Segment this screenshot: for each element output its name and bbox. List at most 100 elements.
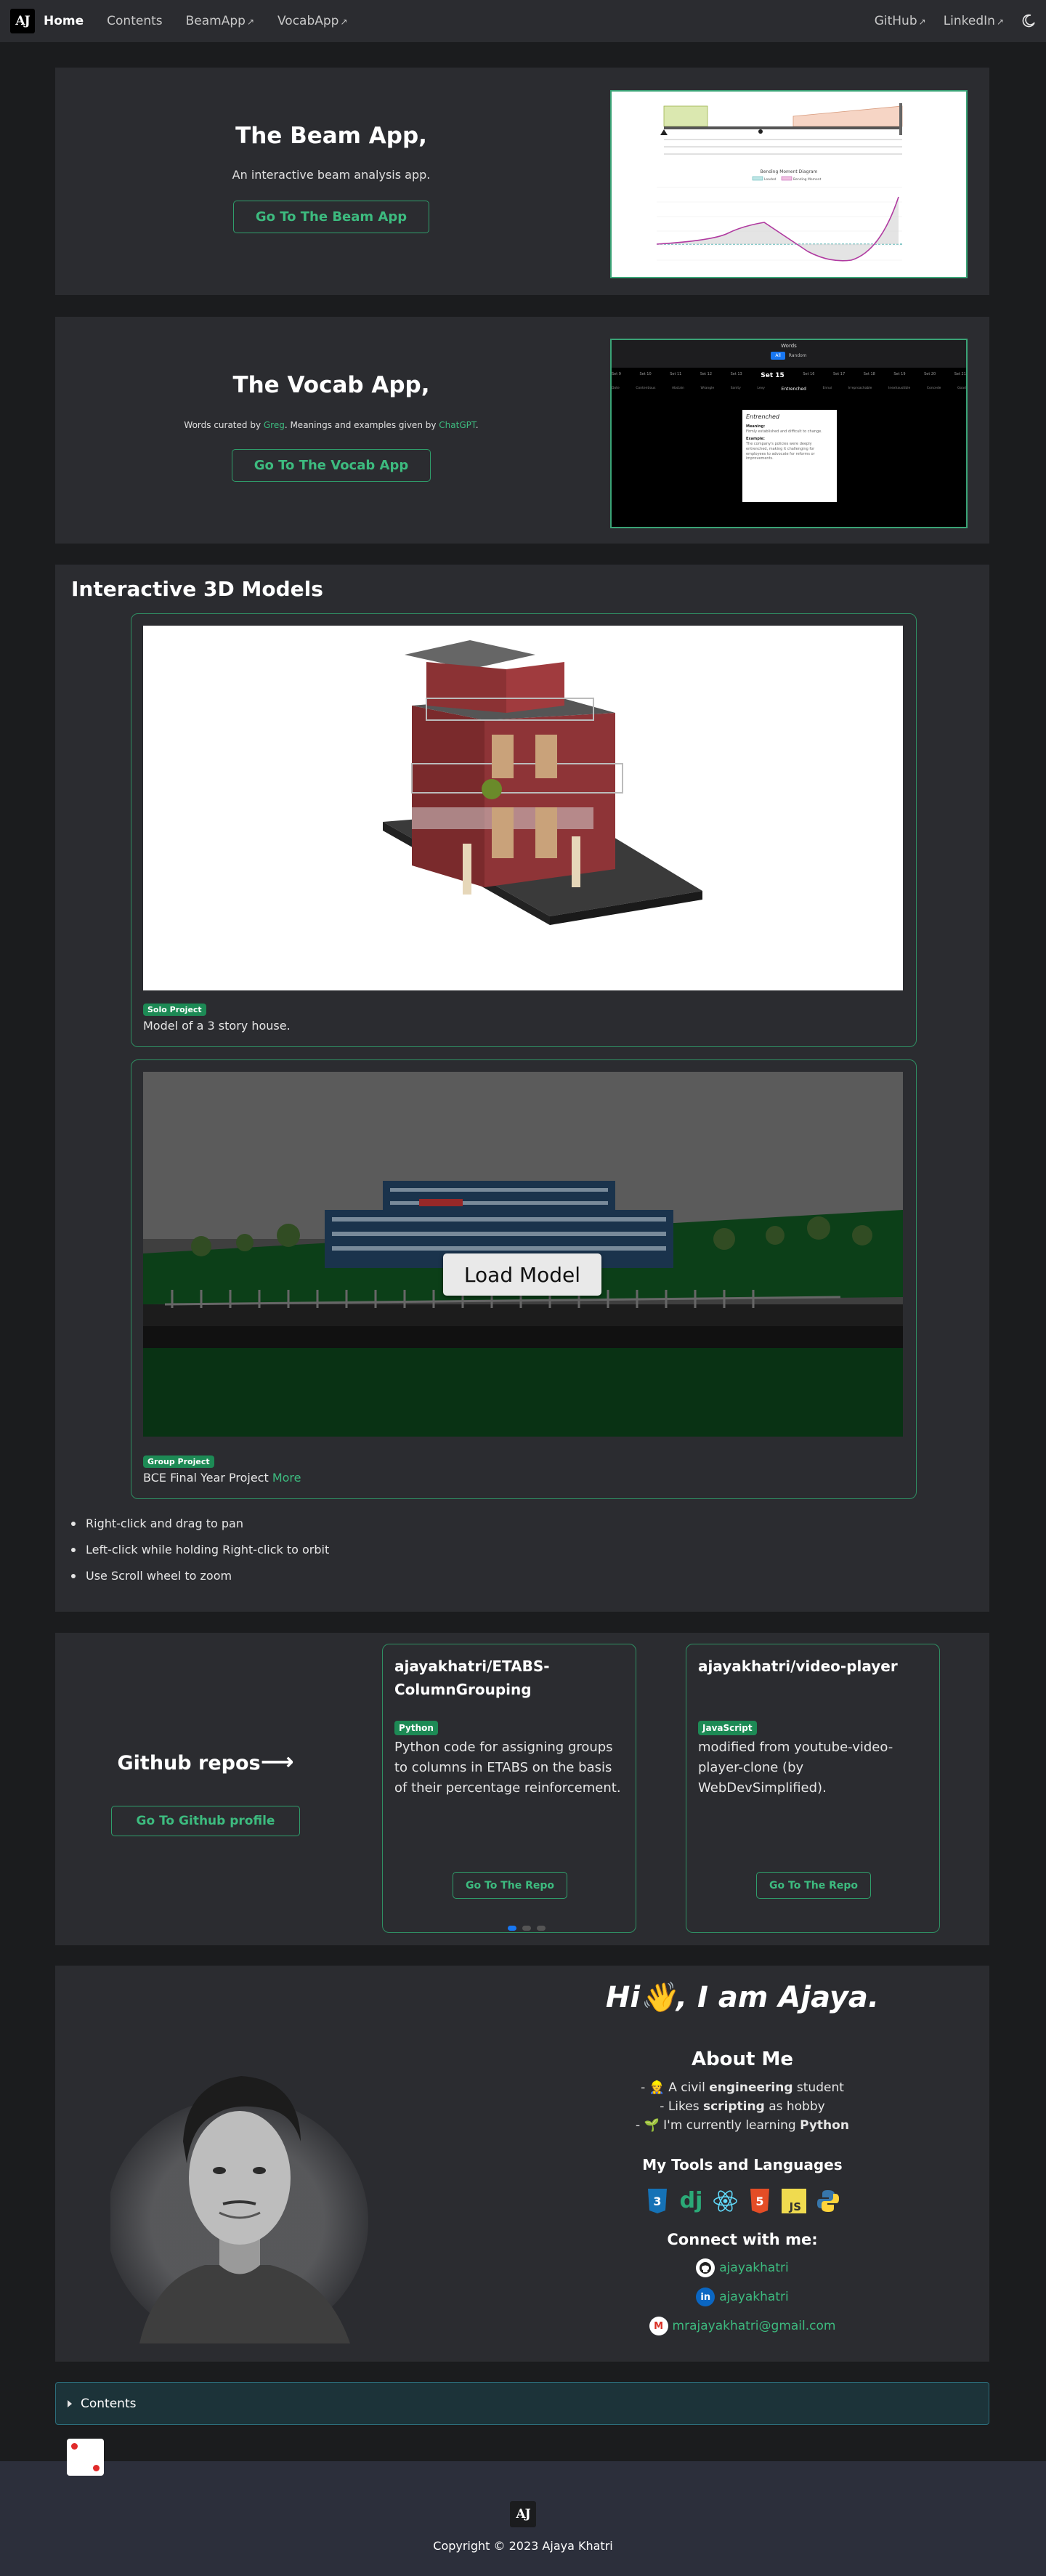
python-icon — [815, 2188, 840, 2213]
arrow-right-icon: ⟶ — [260, 1748, 294, 1775]
profile-photo — [107, 2032, 373, 2345]
vocab-set: Set 19 — [893, 372, 906, 376]
go-to-repo-button[interactable]: Go To The Repo — [453, 1872, 567, 1899]
nav-linkedin-label: LinkedIn — [943, 14, 995, 28]
bce-caption: Group Project BCE Final Year Project Mor… — [143, 1453, 301, 1485]
carousel-dot[interactable] — [522, 1926, 531, 1931]
nav-linkedin-link[interactable]: LinkedIn ↗ — [944, 14, 1004, 28]
vocab-set: Set 18 — [863, 372, 875, 376]
vocab-set: Set 9 — [612, 372, 621, 376]
beam-app-section: The Beam App, An interactive beam analys… — [55, 68, 989, 295]
nav-beamapp-link[interactable]: BeamApp ↗ — [186, 14, 254, 28]
svg-text:5: 5 — [755, 2195, 763, 2208]
go-to-vocab-app-button[interactable]: Go To The Vocab App — [231, 449, 431, 482]
github-section: Github repos⟶ Go To Github profile ajaya… — [55, 1633, 989, 1945]
vocab-sub-text: Words curated by — [184, 420, 264, 430]
external-link-icon: ↗ — [246, 17, 254, 27]
external-link-icon: ↗ — [918, 17, 926, 27]
site-logo[interactable]: AJ — [10, 9, 35, 33]
vocab-word: Wrangle — [700, 387, 715, 390]
vocab-app-section: The Vocab App, Words curated by Greg. Me… — [55, 317, 989, 544]
vocab-sub-text: . — [475, 420, 479, 430]
vocab-subtitle: Words curated by Greg. Meanings and exam… — [55, 420, 607, 430]
nav-github-link[interactable]: GitHub ↗ — [875, 14, 926, 28]
tools-icons-row: 3 dj 5 JS — [546, 2188, 938, 2213]
vocab-word: Inexhaustible — [888, 387, 911, 390]
github-repos-title: Github repos⟶ — [55, 1748, 356, 1775]
connect-linkedin-row: in ajayakhatri — [546, 2288, 938, 2306]
external-link-icon: ↗ — [340, 17, 348, 27]
about-me-block: Hi👋, I am Ajaya. About Me - 👷 A civil en… — [546, 1980, 938, 2335]
external-link-icon: ↗ — [996, 17, 1004, 27]
vocab-app-screenshot[interactable]: Words All Random Set 9 Set 10 Set 11 Set… — [610, 339, 968, 528]
about-bold: Python — [800, 2118, 849, 2133]
nav-vocabapp-label: VocabApp — [277, 14, 339, 28]
repo-description: modified from youtube-video-player-clone… — [698, 1740, 893, 1796]
beam-subtitle: An interactive beam analysis app. — [232, 168, 431, 182]
tip-item: Right-click and drag to pan — [71, 1517, 329, 1530]
go-to-repo-button[interactable]: Go To The Repo — [756, 1872, 871, 1899]
react-icon — [713, 2188, 738, 2213]
vocab-set: Set 11 — [670, 372, 682, 376]
carousel-dot[interactable] — [537, 1926, 546, 1931]
about-bold: scripting — [702, 2099, 765, 2114]
svg-text:3: 3 — [653, 2195, 661, 2208]
nav-home-link[interactable]: Home — [44, 14, 84, 28]
go-to-beam-app-button[interactable]: Go To The Beam App — [232, 201, 430, 233]
popup-meaning: Firmly established and difficult to chan… — [746, 429, 822, 434]
house-caption: Solo Project Model of a 3 story house. — [143, 1001, 291, 1033]
house-3d-viewer[interactable] — [143, 626, 903, 990]
bce-3d-viewer[interactable]: Load Model — [143, 1072, 903, 1437]
models-section: Interactive 3D Models Solo Project Model… — [55, 565, 989, 1612]
vocab-word-active: Entrenched — [781, 387, 806, 392]
models-title: Interactive 3D Models — [71, 577, 323, 601]
footer-logo: AJ — [510, 2501, 536, 2527]
repo-name[interactable]: ajayakhatri/video-player — [698, 1655, 928, 1720]
popup-word: Entrenched — [746, 413, 780, 420]
load-model-button[interactable]: Load Model — [443, 1253, 601, 1296]
nav-contents-link[interactable]: Contents — [107, 14, 162, 28]
dice-pip — [71, 2443, 78, 2450]
repo-card-etabs: ajayakhatri/ETABS-ColumnGrouping Python … — [382, 1644, 636, 1933]
bce-description: BCE Final Year Project More — [143, 1471, 301, 1485]
gmail-icon: M — [649, 2317, 668, 2335]
beam-hero-text: The Beam App, An interactive beam analys… — [55, 123, 607, 233]
popup-meaning-label: Meaning: — [746, 424, 766, 429]
vocab-word: Concede — [926, 387, 941, 390]
nav-vocabapp-link[interactable]: VocabApp ↗ — [277, 14, 348, 28]
vocab-set: Set 16 — [803, 372, 815, 376]
dice-icon[interactable] — [67, 2439, 104, 2476]
go-to-github-profile-button[interactable]: Go To Github profile — [110, 1806, 301, 1836]
tools-heading: My Tools and Languages — [642, 2156, 843, 2173]
chatgpt-link[interactable]: ChatGPT — [439, 420, 475, 430]
about-text: - 🌱 I'm currently learning — [636, 2118, 800, 2133]
bce-description-text: BCE Final Year Project — [143, 1471, 272, 1485]
popup-example-label: Example: — [746, 437, 765, 442]
more-link[interactable]: More — [272, 1471, 301, 1485]
greg-link[interactable]: Greg — [264, 420, 285, 430]
vocab-word: Irreproachable — [848, 387, 872, 390]
email-link[interactable]: mrajayakhatri@gmail.com — [673, 2319, 836, 2333]
vocab-word: Dote — [612, 387, 620, 390]
greeting-heading: Hi👋, I am Ajaya. — [605, 1981, 880, 2014]
vocab-toggle-all: All — [771, 352, 785, 360]
connect-email-row: M mrajayakhatri@gmail.com — [546, 2317, 938, 2335]
connect-github-row: ajayakhatri — [546, 2258, 938, 2277]
carousel-dots — [508, 1926, 551, 1931]
beam-app-screenshot[interactable]: Bending Moment Diagram Loaded Bending Mo… — [610, 90, 968, 278]
tip-item: Use Scroll wheel to zoom — [71, 1569, 329, 1583]
github-title-text: Github repos — [117, 1752, 261, 1774]
contents-toggle[interactable]: Contents — [55, 2382, 989, 2425]
about-bold: engineering — [709, 2080, 793, 2095]
github-profile-link[interactable]: ajayakhatri — [719, 2261, 788, 2275]
about-line-1: - 👷 A civil engineering student — [546, 2080, 938, 2095]
vocab-set-row: Set 9 Set 10 Set 11 Set 12 Set 13 Set 15… — [612, 368, 966, 379]
linkedin-profile-link[interactable]: ajayakhatri — [719, 2290, 788, 2304]
moon-icon[interactable] — [1021, 14, 1036, 28]
house-description: Model of a 3 story house. — [143, 1019, 291, 1033]
repo-name[interactable]: ajayakhatri/ETABS-ColumnGrouping — [394, 1655, 624, 1720]
carousel-dot-active[interactable] — [508, 1926, 516, 1931]
github-icon — [696, 2258, 715, 2277]
html5-icon: 5 — [747, 2188, 772, 2213]
vocab-word: Sanity — [730, 387, 741, 390]
